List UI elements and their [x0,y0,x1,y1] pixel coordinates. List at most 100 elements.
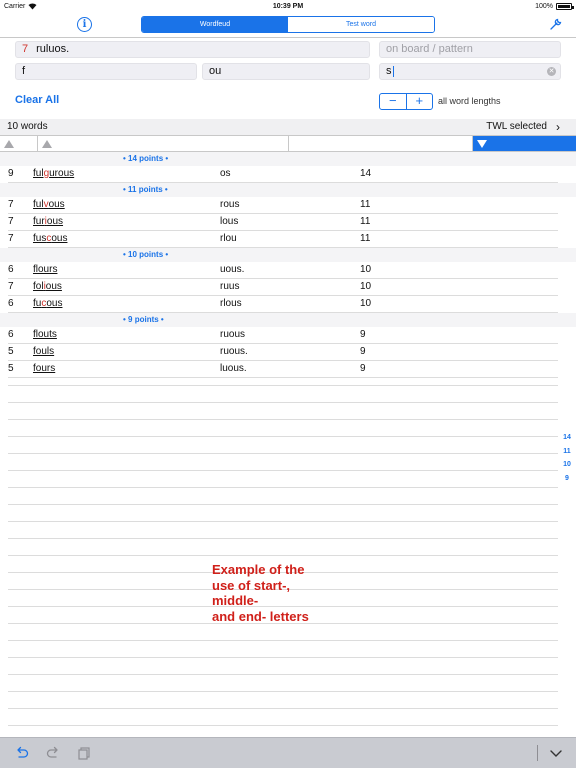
remaining-letters: ruus [220,281,240,292]
battery-percent: 100% [535,3,553,10]
letters-value: ruluos. [36,43,70,55]
word-text: fulvous [33,197,65,213]
word-row[interactable]: 7 fuscous rlou 11 [8,231,558,248]
annotation-line: middle- [212,593,259,608]
remaining-letters: ruous [220,329,246,340]
word-row[interactable]: 9 fulgurous os 14 [8,166,558,183]
remaining-letters: ruous. [220,346,248,357]
battery-icon [556,3,574,10]
word-text: flours [33,262,57,278]
remaining-letters: rlous [220,298,242,309]
word-length: 7 [8,281,14,292]
clear-all-button[interactable]: Clear All [15,94,59,106]
word-row[interactable]: 7 fulvous rous 11 [8,197,558,214]
word-part: ur [49,168,59,179]
remaining-letters: rous [220,199,240,210]
index-entry[interactable]: 9 [560,475,574,489]
empty-row [8,624,558,641]
points-group-header: • 9 points • [0,313,576,327]
decrease-length-button[interactable]: − [380,94,407,109]
points-index[interactable]: 14 11 10 9 [560,434,574,488]
word-length: 7 [8,199,14,210]
word-points: 9 [360,346,366,357]
status-time: 10:39 PM [272,3,304,10]
sort-header [0,135,576,152]
empty-row [8,488,558,505]
sort-descending-icon [477,140,487,148]
points-group-header: • 14 points • [0,152,576,166]
word-length: 6 [8,298,14,309]
empty-row [8,641,558,658]
info-icon[interactable]: i [77,17,92,32]
word-length: 6 [8,264,14,275]
dictionary-selector[interactable]: TWL selected [486,119,547,135]
sort-by-length[interactable] [0,136,38,151]
middle-letters-value: ou [209,65,222,77]
word-length: 5 [8,346,14,357]
index-entry[interactable]: 14 [560,434,574,448]
word-part: fouls [33,346,55,357]
letters-input[interactable]: 7 ruluos. [15,41,370,58]
word-part: ous [45,281,62,292]
word-part: fol [33,281,44,292]
word-part: ous [58,168,75,179]
remaining-letters: uous. [220,264,245,275]
tab-test-word[interactable]: Test word [288,17,434,32]
middle-letters-input[interactable]: ou [202,63,370,80]
bottom-toolbar [0,737,576,768]
top-bar: i Wordfeud Test word [0,14,576,38]
empty-row [8,454,558,471]
word-part: ful [33,199,44,210]
index-entry[interactable]: 11 [560,448,574,462]
word-row[interactable]: 7 folious ruus 10 [8,279,558,296]
word-row[interactable]: 5 fouls ruous. 9 [8,344,558,361]
annotation-line: Example of the [212,562,305,577]
empty-row [8,692,558,709]
wrench-icon[interactable] [549,17,563,31]
empty-list-area [8,369,558,726]
word-length-stepper: − + [379,93,433,110]
word-part: ous [48,199,65,210]
start-letters-value: f [22,65,26,77]
tab-wordfeud[interactable]: Wordfeud [142,17,288,32]
undo-icon[interactable] [14,745,30,761]
empty-row [8,437,558,454]
sort-by-word[interactable] [38,136,289,151]
annotation-line: and end- letters [212,608,309,624]
word-text: fucous [33,296,62,312]
word-length: 9 [8,168,14,179]
word-row[interactable]: 6 fucous rlous 10 [8,296,558,313]
clear-field-icon[interactable]: ✕ [547,67,556,76]
start-letters-input[interactable]: f [15,63,197,80]
empty-row [8,369,558,386]
word-row[interactable]: 6 flouts ruous 9 [8,327,558,344]
sort-by-remaining[interactable] [289,136,473,151]
end-letters-value: s [386,65,392,77]
toolbar-divider [537,745,538,761]
word-text: flouts [33,327,57,343]
board-pattern-placeholder: on board / pattern [386,43,473,55]
redo-icon[interactable] [45,745,61,761]
example-annotation: Example of the use of start-, middle-and e… [212,562,309,624]
board-pattern-input[interactable]: on board / pattern [379,41,561,58]
word-part: flouts [33,329,57,340]
copy-icon[interactable] [76,745,92,761]
word-text: folious [33,279,62,295]
word-row[interactable]: 7 furious lous 11 [8,214,558,231]
chevron-down-icon[interactable] [548,745,564,761]
remaining-letters: os [220,168,231,179]
increase-length-button[interactable]: + [407,94,433,109]
index-entry[interactable]: 10 [560,461,574,475]
word-points: 10 [360,298,372,309]
sort-by-points[interactable] [473,136,576,151]
word-points: 9 [360,329,366,340]
points-group-header: • 11 points • [0,183,576,197]
end-letters-input[interactable]: s ✕ [379,63,561,80]
word-part: fur [33,216,45,227]
word-row[interactable]: 6 flours uous. 10 [8,262,558,279]
chevron-right-icon[interactable]: › [556,119,560,135]
word-part: ous [46,298,63,309]
word-lengths-label: all word lengths [438,96,501,106]
word-count: 10 words [7,121,48,132]
word-length: 7 [8,216,14,227]
